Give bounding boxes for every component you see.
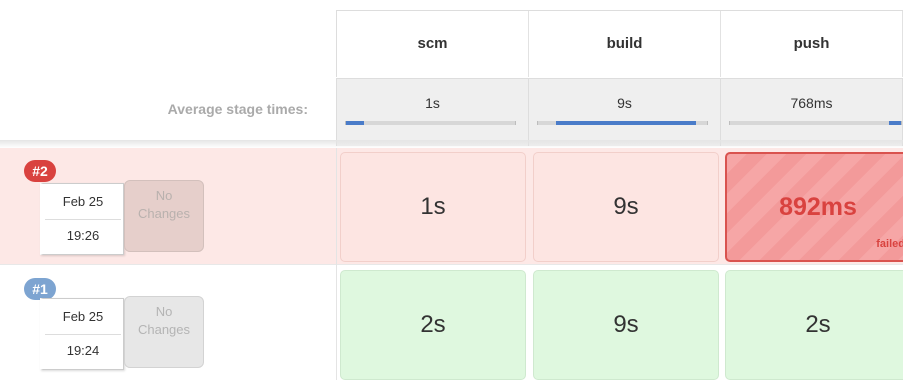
stage-cell-build-build-2[interactable]: 9s xyxy=(533,152,719,262)
stage-header-push[interactable]: push xyxy=(721,10,903,77)
date-separator xyxy=(45,219,121,220)
stage-duration: 892ms xyxy=(779,192,857,221)
build-number-badge[interactable]: #2 xyxy=(24,160,56,182)
stage-duration: 2s xyxy=(805,311,831,338)
average-progress-track xyxy=(345,121,516,125)
stage-duration: 9s xyxy=(613,311,639,338)
stage-cell-scm-build-1[interactable]: 2s xyxy=(340,270,526,380)
stage-cell-push-build-2[interactable]: 892ms failed xyxy=(725,152,903,262)
average-cell-scm: 1s xyxy=(337,78,529,146)
build-date-box[interactable]: Feb 25 19:26 xyxy=(40,183,124,255)
average-shadow xyxy=(0,140,903,148)
stage-duration: 1s xyxy=(420,193,446,220)
average-time: 9s xyxy=(617,95,632,111)
average-progress-fill xyxy=(556,121,696,125)
average-cell-push: 768ms xyxy=(721,78,903,146)
stage-cell-build-build-1[interactable]: 9s xyxy=(533,270,719,380)
stage-header-scm[interactable]: scm xyxy=(337,10,529,77)
average-time: 768ms xyxy=(790,95,833,111)
average-time: 1s xyxy=(425,95,440,111)
changes-label: No Changes xyxy=(137,304,191,337)
failed-label: failed xyxy=(876,238,903,250)
column-divider xyxy=(336,148,337,380)
stage-header-build[interactable]: build xyxy=(529,10,721,77)
build-date: Feb 25 xyxy=(62,309,104,324)
build-date: Feb 25 xyxy=(62,194,104,209)
average-progress-track xyxy=(729,121,902,125)
date-separator xyxy=(45,334,121,335)
changes-label: No Changes xyxy=(137,188,191,221)
average-progress-fill xyxy=(889,121,901,125)
average-cell-build: 9s xyxy=(529,78,721,146)
row-divider xyxy=(0,264,903,265)
stage-duration: 9s xyxy=(613,193,639,220)
stage-cell-push-build-1[interactable]: 2s xyxy=(725,270,903,380)
stage-cell-scm-build-2[interactable]: 1s xyxy=(340,152,526,262)
build-number-badge[interactable]: #1 xyxy=(24,278,56,300)
stage-name: build xyxy=(606,35,643,52)
average-stage-times-label: Average stage times: xyxy=(167,101,308,117)
stage-name: push xyxy=(793,35,830,52)
build-time: 19:26 xyxy=(66,228,100,243)
stage-name: scm xyxy=(417,35,448,52)
average-progress-fill xyxy=(346,121,364,125)
build-time: 19:24 xyxy=(66,343,100,358)
build-changes[interactable]: No Changes xyxy=(124,180,204,252)
average-progress-track xyxy=(537,121,708,125)
stage-duration: 2s xyxy=(420,311,446,338)
stage-view: scm build push Average stage times: 1s 9… xyxy=(0,0,903,380)
build-date-box[interactable]: Feb 25 19:24 xyxy=(40,298,124,370)
build-changes[interactable]: No Changes xyxy=(124,296,204,368)
